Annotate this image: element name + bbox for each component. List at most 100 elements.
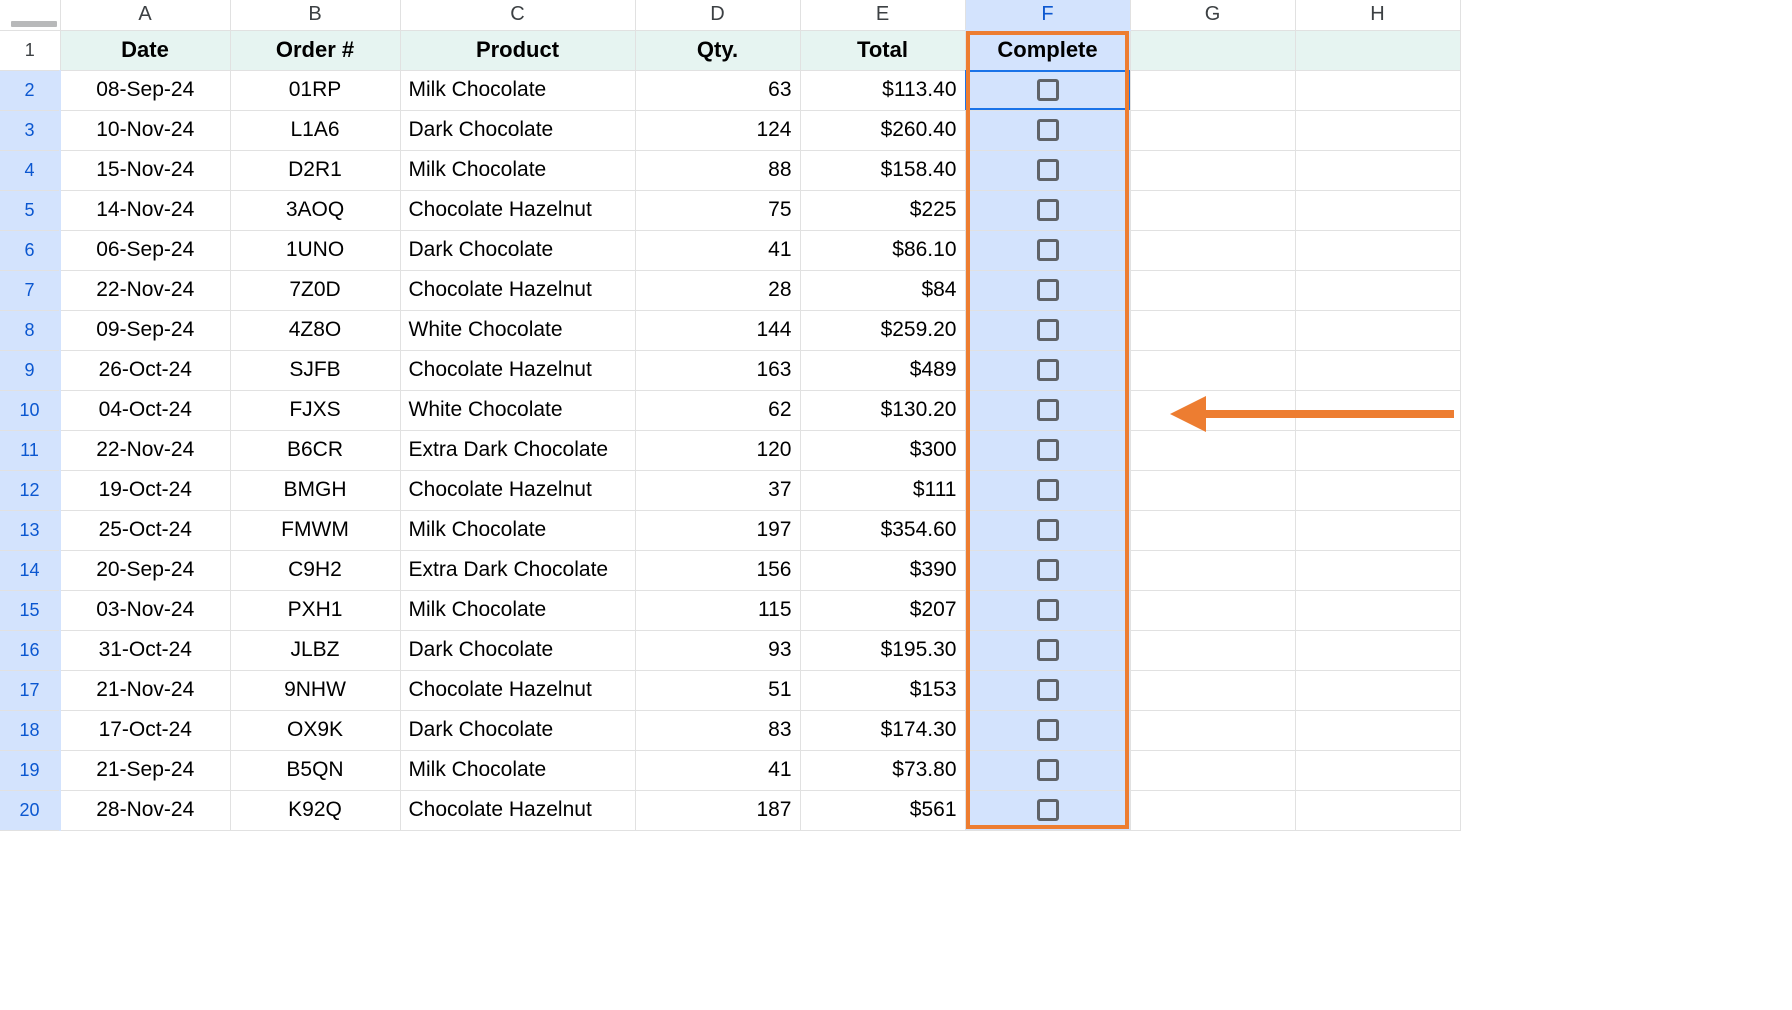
cell-qty[interactable]: 37 <box>635 470 800 510</box>
cell-total[interactable]: $158.40 <box>800 150 965 190</box>
cell-G13[interactable] <box>1130 510 1295 550</box>
cell-date[interactable]: 31-Oct-24 <box>60 630 230 670</box>
cell-date[interactable]: 17-Oct-24 <box>60 710 230 750</box>
cell-total[interactable]: $207 <box>800 590 965 630</box>
cell-qty[interactable]: 62 <box>635 390 800 430</box>
row-header-16[interactable]: 16 <box>0 630 60 670</box>
cell-order[interactable]: FJXS <box>230 390 400 430</box>
col-header-E[interactable]: E <box>800 0 965 30</box>
cell-order[interactable]: 4Z8O <box>230 310 400 350</box>
cell-order[interactable]: FMWM <box>230 510 400 550</box>
cell-total[interactable]: $561 <box>800 790 965 830</box>
cell-order[interactable]: OX9K <box>230 710 400 750</box>
cell-G4[interactable] <box>1130 150 1295 190</box>
cell-qty[interactable]: 124 <box>635 110 800 150</box>
row-header-7[interactable]: 7 <box>0 270 60 310</box>
checkbox-icon[interactable] <box>1037 599 1059 621</box>
cell-date[interactable]: 09-Sep-24 <box>60 310 230 350</box>
cell-H2[interactable] <box>1295 70 1460 110</box>
cell-complete[interactable] <box>965 750 1130 790</box>
cell-complete[interactable] <box>965 630 1130 670</box>
cell-product[interactable]: Chocolate Hazelnut <box>400 270 635 310</box>
cell-G2[interactable] <box>1130 70 1295 110</box>
cell-complete[interactable] <box>965 550 1130 590</box>
cell-date[interactable]: 22-Nov-24 <box>60 270 230 310</box>
cell-order[interactable]: D2R1 <box>230 150 400 190</box>
row-header-11[interactable]: 11 <box>0 430 60 470</box>
checkbox-icon[interactable] <box>1037 439 1059 461</box>
grid[interactable]: A B C D E F G H 1 Date Order # Product Q… <box>0 0 1461 831</box>
col-header-F[interactable]: F <box>965 0 1130 30</box>
row-header-12[interactable]: 12 <box>0 470 60 510</box>
cell-H3[interactable] <box>1295 110 1460 150</box>
cell-date[interactable]: 15-Nov-24 <box>60 150 230 190</box>
header-product[interactable]: Product <box>400 30 635 70</box>
row-header-17[interactable]: 17 <box>0 670 60 710</box>
checkbox-icon[interactable] <box>1037 479 1059 501</box>
cell-qty[interactable]: 156 <box>635 550 800 590</box>
cell-date[interactable]: 08-Sep-24 <box>60 70 230 110</box>
checkbox-icon[interactable] <box>1037 799 1059 821</box>
header-date[interactable]: Date <box>60 30 230 70</box>
header-order[interactable]: Order # <box>230 30 400 70</box>
cell-order[interactable]: C9H2 <box>230 550 400 590</box>
cell-H1[interactable] <box>1295 30 1460 70</box>
cell-qty[interactable]: 187 <box>635 790 800 830</box>
checkbox-icon[interactable] <box>1037 639 1059 661</box>
cell-total[interactable]: $113.40 <box>800 70 965 110</box>
cell-H5[interactable] <box>1295 190 1460 230</box>
cell-qty[interactable]: 88 <box>635 150 800 190</box>
cell-qty[interactable]: 41 <box>635 750 800 790</box>
cell-product[interactable]: Milk Chocolate <box>400 750 635 790</box>
cell-G8[interactable] <box>1130 310 1295 350</box>
cell-total[interactable]: $489 <box>800 350 965 390</box>
cell-G20[interactable] <box>1130 790 1295 830</box>
cell-date[interactable]: 06-Sep-24 <box>60 230 230 270</box>
cell-product[interactable]: Dark Chocolate <box>400 230 635 270</box>
cell-complete[interactable] <box>965 790 1130 830</box>
cell-qty[interactable]: 120 <box>635 430 800 470</box>
cell-product[interactable]: Extra Dark Chocolate <box>400 430 635 470</box>
cell-H6[interactable] <box>1295 230 1460 270</box>
cell-G11[interactable] <box>1130 430 1295 470</box>
cell-date[interactable]: 25-Oct-24 <box>60 510 230 550</box>
checkbox-icon[interactable] <box>1037 79 1059 101</box>
cell-G10[interactable] <box>1130 390 1295 430</box>
header-total[interactable]: Total <box>800 30 965 70</box>
col-header-H[interactable]: H <box>1295 0 1460 30</box>
row-header-18[interactable]: 18 <box>0 710 60 750</box>
cell-qty[interactable]: 197 <box>635 510 800 550</box>
col-header-A[interactable]: A <box>60 0 230 30</box>
row-header-15[interactable]: 15 <box>0 590 60 630</box>
row-header-13[interactable]: 13 <box>0 510 60 550</box>
cell-order[interactable]: L1A6 <box>230 110 400 150</box>
cell-complete[interactable] <box>965 510 1130 550</box>
cell-order[interactable]: JLBZ <box>230 630 400 670</box>
cell-H8[interactable] <box>1295 310 1460 350</box>
cell-date[interactable]: 21-Sep-24 <box>60 750 230 790</box>
cell-product[interactable]: White Chocolate <box>400 310 635 350</box>
cell-G17[interactable] <box>1130 670 1295 710</box>
cell-order[interactable]: 3AOQ <box>230 190 400 230</box>
checkbox-icon[interactable] <box>1037 719 1059 741</box>
cell-qty[interactable]: 93 <box>635 630 800 670</box>
cell-qty[interactable]: 28 <box>635 270 800 310</box>
cell-complete[interactable] <box>965 470 1130 510</box>
cell-date[interactable]: 19-Oct-24 <box>60 470 230 510</box>
cell-product[interactable]: Dark Chocolate <box>400 630 635 670</box>
cell-H16[interactable] <box>1295 630 1460 670</box>
cell-G5[interactable] <box>1130 190 1295 230</box>
header-qty[interactable]: Qty. <box>635 30 800 70</box>
cell-product[interactable]: Chocolate Hazelnut <box>400 350 635 390</box>
row-header-10[interactable]: 10 <box>0 390 60 430</box>
cell-product[interactable]: Chocolate Hazelnut <box>400 470 635 510</box>
cell-H12[interactable] <box>1295 470 1460 510</box>
checkbox-icon[interactable] <box>1037 359 1059 381</box>
cell-complete[interactable] <box>965 710 1130 750</box>
cell-product[interactable]: Dark Chocolate <box>400 110 635 150</box>
cell-G14[interactable] <box>1130 550 1295 590</box>
col-header-D[interactable]: D <box>635 0 800 30</box>
cell-G16[interactable] <box>1130 630 1295 670</box>
checkbox-icon[interactable] <box>1037 519 1059 541</box>
cell-order[interactable]: 7Z0D <box>230 270 400 310</box>
